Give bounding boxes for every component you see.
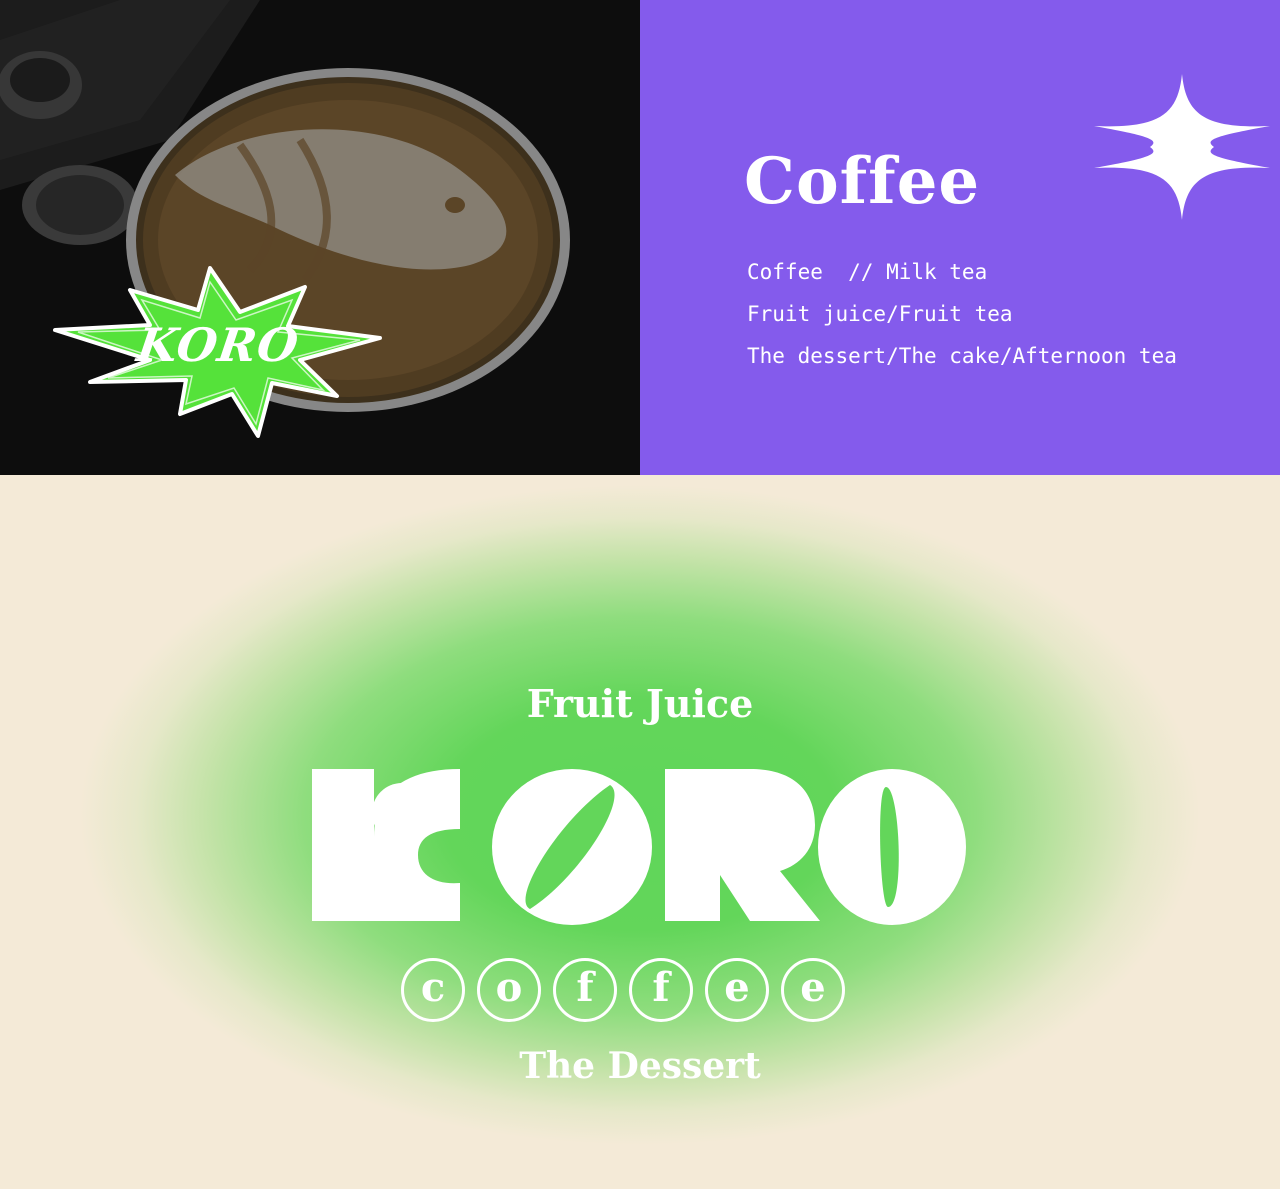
fruit-juice-heading: Fruit Juice <box>526 681 754 726</box>
menu-line-2: Fruit juice/Fruit tea <box>747 302 1013 326</box>
letter: f <box>652 964 670 1011</box>
letter: e <box>724 964 750 1011</box>
letter: f <box>576 964 594 1011</box>
letter: e <box>800 964 826 1011</box>
latte-photo: KORO <box>0 0 640 475</box>
coffee-title: Coffee <box>744 144 981 219</box>
koro-badge-text: KORO <box>133 318 303 372</box>
letter-circle: f <box>553 958 617 1022</box>
coffee-circled-letters: c o f f e e <box>401 958 845 1022</box>
letter-circle: e <box>705 958 769 1022</box>
menu-panel: Coffee Coffee // Milk tea Fruit juice/Fr… <box>640 0 1280 475</box>
brand-panel: Fruit Juice c o f f e e The Dessert <box>0 475 1280 1189</box>
letter: c <box>420 964 446 1011</box>
letter-circle: c <box>401 958 465 1022</box>
sparkle-icon <box>1094 74 1270 220</box>
letter-circle: o <box>477 958 541 1022</box>
dessert-heading: The Dessert <box>519 1045 761 1087</box>
menu-line-3: The dessert/The cake/Afternoon tea <box>747 344 1177 368</box>
latte-illustration <box>0 0 640 475</box>
menu-line-1: Coffee // Milk tea <box>747 260 988 284</box>
koro-logo <box>312 769 966 925</box>
letter-circle: f <box>629 958 693 1022</box>
letter-circle: e <box>781 958 845 1022</box>
letter: o <box>495 964 523 1011</box>
